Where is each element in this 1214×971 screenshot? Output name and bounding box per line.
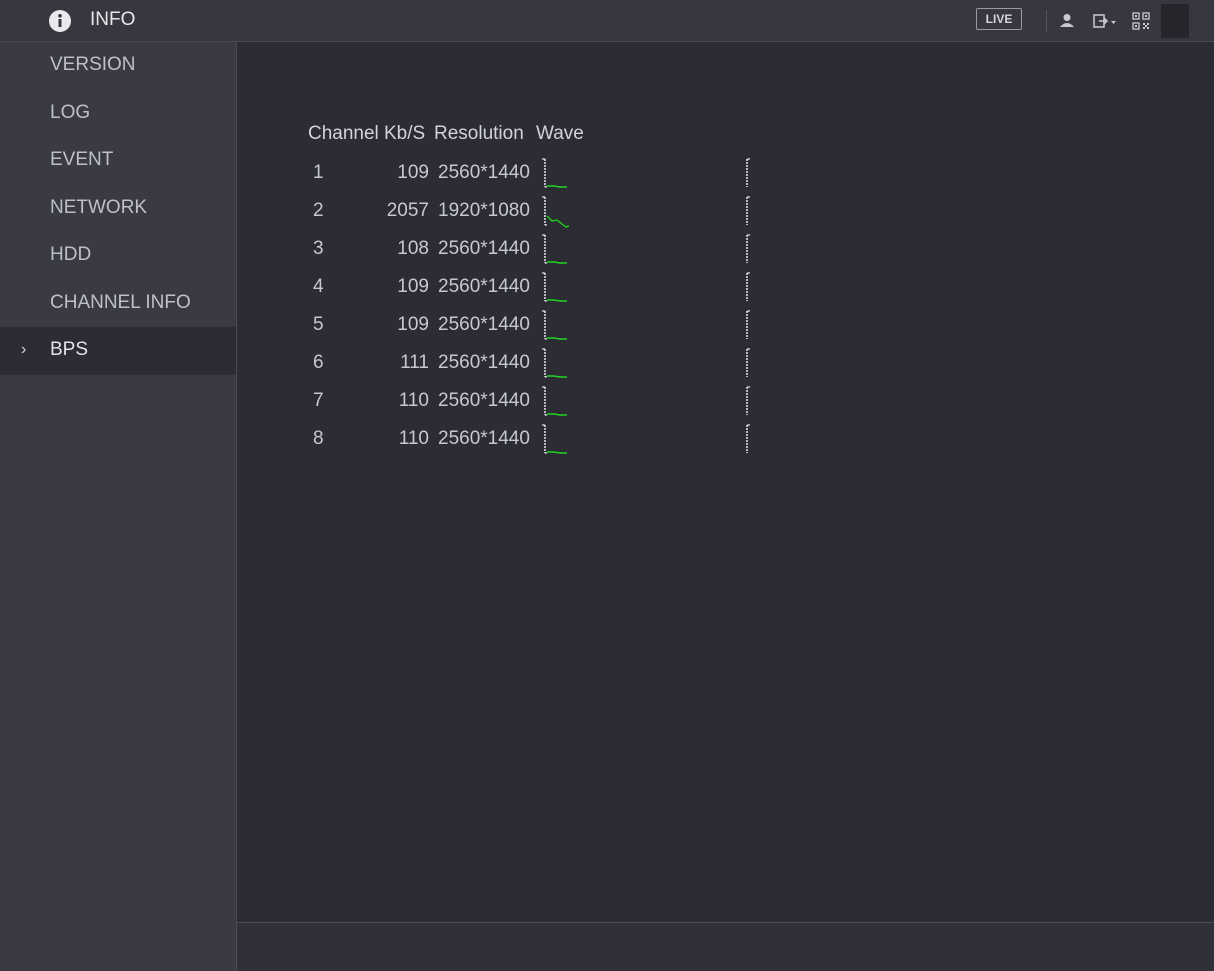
bitrate-wave-graph <box>542 158 750 188</box>
sidebar-item-hdd[interactable]: HDD <box>0 232 236 280</box>
sidebar-item-label: NETWORK <box>50 196 148 218</box>
table-row: 8 110 2560*1440 <box>237 424 1214 466</box>
column-header-channel: Channel <box>308 123 379 144</box>
bitrate-wave-graph <box>542 272 750 302</box>
wave-line <box>547 299 567 302</box>
wave-line <box>547 261 567 264</box>
logout-icon[interactable] <box>1092 11 1118 31</box>
sidebar-item-event[interactable]: EVENT <box>0 137 236 185</box>
kbs-cell: 110 <box>398 390 429 411</box>
page-title: INFO <box>90 9 136 30</box>
resolution-cell: 1920*1080 <box>438 200 530 221</box>
wave-line <box>546 215 570 228</box>
live-button[interactable]: LIVE <box>976 8 1022 30</box>
toolbar-divider <box>1046 10 1047 32</box>
resolution-cell: 2560*1440 <box>438 352 530 373</box>
bitrate-wave-graph <box>542 234 750 264</box>
kbs-cell: 111 <box>400 352 429 373</box>
top-bar: INFO LIVE <box>0 0 1214 42</box>
window-control[interactable] <box>1161 4 1189 38</box>
bitrate-wave-graph <box>542 196 750 228</box>
kbs-cell: 109 <box>397 276 429 297</box>
sidebar-item-bps[interactable]: › BPS <box>0 327 236 375</box>
channel-cell: 5 <box>313 314 324 335</box>
sidebar-item-channel-info[interactable]: CHANNEL INFO <box>0 280 236 328</box>
kbs-cell: 108 <box>397 238 429 259</box>
wave-line <box>547 185 567 188</box>
kbs-cell: 2057 <box>386 200 429 221</box>
sidebar: VERSION LOG EVENT NETWORK HDD CHANNEL IN… <box>0 42 237 971</box>
channel-cell: 2 <box>313 200 324 221</box>
resolution-cell: 2560*1440 <box>438 276 530 297</box>
sidebar-item-label: VERSION <box>50 54 136 75</box>
resolution-cell: 2560*1440 <box>438 238 530 259</box>
column-header-resolution: Resolution <box>434 123 524 144</box>
kbs-cell: 109 <box>397 162 429 183</box>
footer-bar <box>237 922 1214 971</box>
kbs-cell: 110 <box>398 428 429 449</box>
sidebar-item-label: HDD <box>50 244 92 265</box>
kbs-cell: 109 <box>397 314 429 335</box>
channel-cell: 1 <box>313 162 324 183</box>
bitrate-wave-graph <box>542 310 750 340</box>
sidebar-item-label: BPS <box>50 339 89 360</box>
wave-line <box>547 375 567 378</box>
bitrate-wave-graph <box>542 386 750 416</box>
wave-line <box>547 451 567 454</box>
wave-line <box>547 413 567 416</box>
resolution-cell: 2560*1440 <box>438 162 530 183</box>
sidebar-item-version[interactable]: VERSION <box>0 42 236 90</box>
sidebar-item-label: EVENT <box>50 149 114 170</box>
bps-panel: Channel Kb/S Resolution Wave 1 109 2560*14… <box>237 42 1214 922</box>
sidebar-item-network[interactable]: NETWORK <box>0 185 236 233</box>
chevron-right-icon: › <box>21 341 27 358</box>
channel-cell: 3 <box>313 238 324 259</box>
channel-cell: 8 <box>313 428 324 449</box>
resolution-cell: 2560*1440 <box>438 428 530 449</box>
wave-line <box>547 337 567 340</box>
column-header-kbs: Kb/S <box>384 123 426 144</box>
sidebar-item-log[interactable]: LOG <box>0 90 236 138</box>
bitrate-wave-graph <box>542 424 750 454</box>
sidebar-item-label: CHANNEL INFO <box>50 291 191 313</box>
qr-code-icon[interactable] <box>1131 11 1151 31</box>
sidebar-item-label: LOG <box>50 101 91 123</box>
column-header-wave: Wave <box>536 123 584 144</box>
info-icon <box>49 10 71 32</box>
channel-cell: 4 <box>313 276 324 297</box>
channel-cell: 6 <box>313 352 324 373</box>
user-icon[interactable] <box>1057 11 1077 31</box>
bitrate-wave-graph <box>542 348 750 378</box>
channel-cell: 7 <box>313 390 324 411</box>
resolution-cell: 2560*1440 <box>438 390 530 411</box>
resolution-cell: 2560*1440 <box>438 314 530 335</box>
